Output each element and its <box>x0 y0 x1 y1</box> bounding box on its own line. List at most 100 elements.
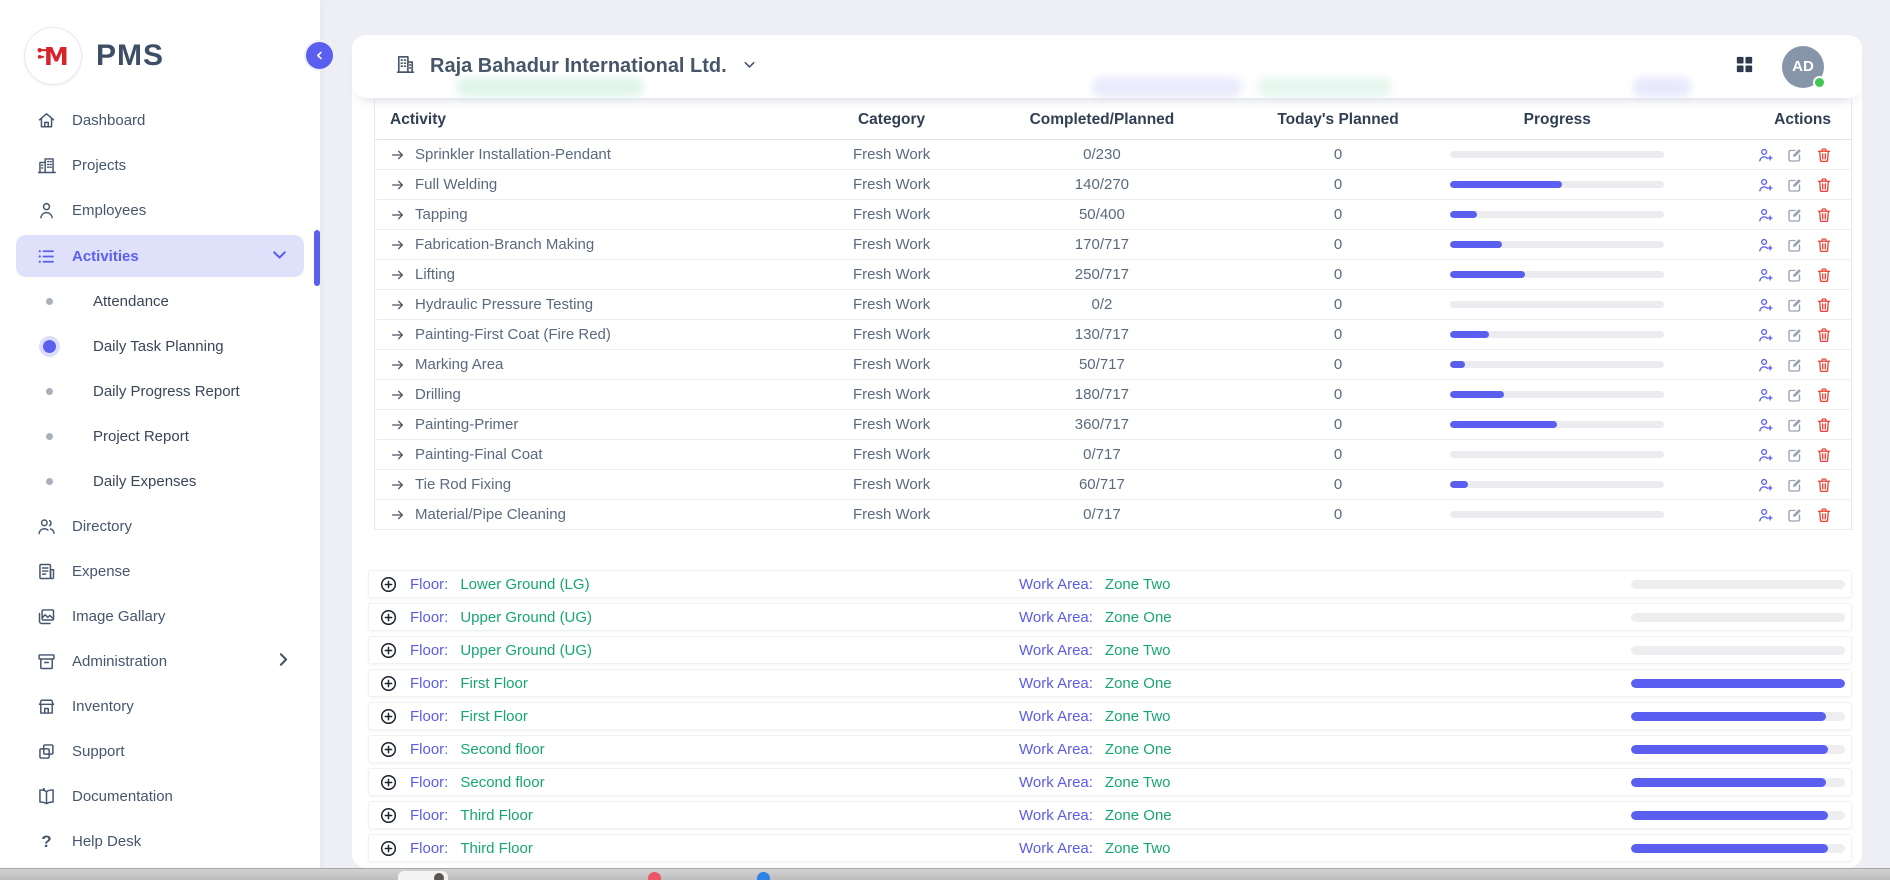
completed-planned-value: 180/717 <box>973 386 1231 403</box>
todays-planned-value: 0 <box>1231 356 1445 373</box>
edit-button[interactable] <box>1786 356 1804 374</box>
assign-user-button[interactable] <box>1757 476 1775 494</box>
edit-button[interactable] <box>1786 296 1804 314</box>
edit-button[interactable] <box>1786 446 1804 464</box>
delete-button[interactable] <box>1815 176 1833 194</box>
progress-bar <box>1450 301 1664 308</box>
sidebar-item-activities[interactable]: Activities <box>16 235 304 277</box>
assign-user-button[interactable] <box>1757 506 1775 524</box>
sidebar-subitem-daily-expenses[interactable]: Daily Expenses <box>0 459 320 504</box>
assign-user-button[interactable] <box>1757 446 1775 464</box>
expand-floor-button[interactable] <box>379 674 398 693</box>
expand-floor-button[interactable] <box>379 806 398 825</box>
column-header-completed-planned: Completed/Planned <box>973 111 1231 129</box>
assign-user-button[interactable] <box>1757 266 1775 284</box>
delete-button[interactable] <box>1815 386 1833 404</box>
edit-button[interactable] <box>1786 386 1804 404</box>
expand-floor-button[interactable] <box>379 575 398 594</box>
sidebar-subitem-attendance[interactable]: Attendance <box>0 279 320 324</box>
delete-button[interactable] <box>1815 326 1833 344</box>
assign-user-button[interactable] <box>1757 356 1775 374</box>
expand-floor-button[interactable] <box>379 608 398 627</box>
delete-button[interactable] <box>1815 206 1833 224</box>
edit-button[interactable] <box>1786 326 1804 344</box>
floor-progress-bar <box>1631 844 1845 853</box>
assign-user-button[interactable] <box>1757 206 1775 224</box>
floor-label: Floor: <box>410 840 448 857</box>
completed-planned-value: 60/717 <box>973 476 1231 493</box>
sidebar-item-documentation[interactable]: Documentation <box>0 774 320 819</box>
activity-name: Sprinkler Installation-Pendant <box>415 146 611 163</box>
circled-plus-icon <box>379 575 398 594</box>
taskbar-tab[interactable] <box>398 871 448 880</box>
expand-floor-button[interactable] <box>379 773 398 792</box>
sidebar-item-expense[interactable]: Expense <box>0 549 320 594</box>
sidebar-subitem-daily-progress-report[interactable]: Daily Progress Report <box>0 369 320 414</box>
completed-planned-value: 360/717 <box>973 416 1231 433</box>
taskbar-blue-icon[interactable] <box>757 872 770 880</box>
delete-button[interactable] <box>1815 446 1833 464</box>
sidebar-item-help-desk[interactable]: ? Help Desk <box>0 819 320 864</box>
work-area-name: Zone Two <box>1105 774 1171 791</box>
sidebar-item-administration[interactable]: Administration <box>0 639 320 684</box>
edit-button[interactable] <box>1786 236 1804 254</box>
progress-bar-fill <box>1450 481 1468 488</box>
assign-user-button[interactable] <box>1757 296 1775 314</box>
delete-button[interactable] <box>1815 296 1833 314</box>
expand-floor-button[interactable] <box>379 740 398 759</box>
sidebar-subitem-project-report[interactable]: Project Report <box>0 414 320 459</box>
edit-button[interactable] <box>1786 146 1804 164</box>
delete-button[interactable] <box>1815 266 1833 284</box>
apps-grid-button[interactable] <box>1733 53 1756 81</box>
sidebar-item-employees[interactable]: Employees <box>0 188 320 233</box>
edit-button[interactable] <box>1786 476 1804 494</box>
taskbar-red-icon[interactable] <box>648 872 661 880</box>
delete-button[interactable] <box>1815 146 1833 164</box>
expand-floor-button[interactable] <box>379 707 398 726</box>
sidebar-item-dashboard[interactable]: Dashboard <box>0 98 320 143</box>
sidebar-item-projects[interactable]: Projects <box>0 143 320 188</box>
progress-bar <box>1450 481 1664 488</box>
floor-name: Lower Ground (LG) <box>460 576 589 593</box>
work-area-name: Zone One <box>1105 807 1172 824</box>
delete-button[interactable] <box>1815 236 1833 254</box>
sidebar-item-image-gallery[interactable]: Image Gallary <box>0 594 320 639</box>
activity-name: Painting-Primer <box>415 416 518 433</box>
progress-bar-fill <box>1450 271 1525 278</box>
assign-user-button[interactable] <box>1757 236 1775 254</box>
chevron-down-icon[interactable] <box>741 56 758 78</box>
sidebar-collapse-button[interactable] <box>304 40 335 71</box>
assign-user-button[interactable] <box>1757 146 1775 164</box>
assign-user-button[interactable] <box>1757 326 1775 344</box>
delete-button[interactable] <box>1815 506 1833 524</box>
floor-list: Floor: Lower Ground (LG) Work Area: Zone… <box>368 570 1852 867</box>
column-header-actions: Actions <box>1669 111 1851 129</box>
edit-button[interactable] <box>1786 506 1804 524</box>
assign-user-button[interactable] <box>1757 176 1775 194</box>
floor-progress-bar <box>1631 712 1845 721</box>
chevron-right-icon <box>273 649 294 674</box>
delete-button[interactable] <box>1815 476 1833 494</box>
todays-planned-value: 0 <box>1231 326 1445 343</box>
delete-button[interactable] <box>1815 416 1833 434</box>
edit-button[interactable] <box>1786 176 1804 194</box>
todays-planned-value: 0 <box>1231 206 1445 223</box>
sidebar-subitem-daily-task-planning[interactable]: Daily Task Planning <box>0 324 320 369</box>
sidebar-item-label: Inventory <box>72 698 134 715</box>
edit-button[interactable] <box>1786 266 1804 284</box>
sidebar-item-support[interactable]: Support <box>0 729 320 774</box>
expand-floor-button[interactable] <box>379 641 398 660</box>
completed-planned-value: 0/230 <box>973 146 1231 163</box>
delete-button[interactable] <box>1815 356 1833 374</box>
floor-name: Third Floor <box>460 807 533 824</box>
company-selector[interactable]: Raja Bahadur International Ltd. <box>430 55 727 78</box>
edit-button[interactable] <box>1786 416 1804 434</box>
sidebar-item-directory[interactable]: Directory <box>0 504 320 549</box>
expand-floor-button[interactable] <box>379 839 398 858</box>
user-avatar[interactable]: AD <box>1782 46 1824 88</box>
assign-user-button[interactable] <box>1757 386 1775 404</box>
sidebar-item-inventory[interactable]: Inventory <box>0 684 320 729</box>
assign-user-button[interactable] <box>1757 416 1775 434</box>
progress-bar-fill <box>1450 331 1489 338</box>
edit-button[interactable] <box>1786 206 1804 224</box>
